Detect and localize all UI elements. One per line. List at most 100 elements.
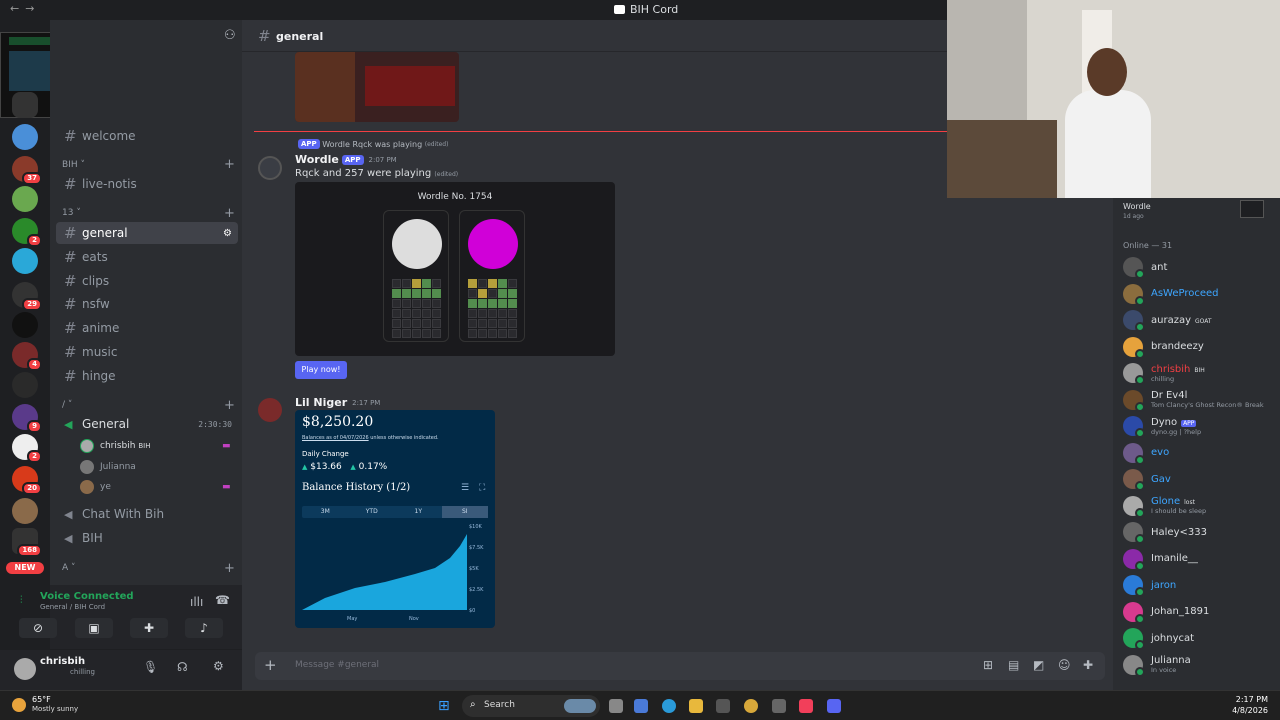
member-jaron[interactable]: jaron (1123, 574, 1280, 597)
add-channel-icon[interactable]: + (224, 561, 235, 576)
voice-channel-chat-with-bih[interactable]: ◀ Chat With Bih (56, 503, 238, 525)
member-johnycat[interactable]: johnycat (1123, 627, 1280, 650)
apps-icon[interactable]: ✚ (1083, 658, 1093, 672)
balance-image[interactable]: $8,250.20 Balances as of 04/07/2026 unle… (295, 410, 495, 628)
add-channel-icon[interactable]: + (224, 398, 235, 413)
wordle-embed[interactable]: Wordle No. 1754 (295, 182, 615, 356)
microphone-icon[interactable]: 🎙 (143, 660, 158, 674)
member-ant[interactable]: ant (1123, 256, 1280, 279)
nav-arrows-icon[interactable]: ←→ (10, 2, 40, 15)
discord-taskbar-icon[interactable] (827, 699, 841, 713)
tab-ytd[interactable]: YTD (349, 506, 396, 518)
activity-thumbnail[interactable] (1240, 200, 1264, 218)
tab-si[interactable]: SI (441, 506, 488, 518)
tab-1y[interactable]: 1Y (395, 506, 442, 518)
member-imanile-[interactable]: Imanile__ (1123, 548, 1280, 571)
tab-3m[interactable]: 3M (302, 506, 349, 518)
server-icon[interactable] (12, 498, 38, 524)
server-icon[interactable] (12, 312, 38, 338)
copilot-icon[interactable] (634, 699, 648, 713)
voice-user-ye[interactable]: ye ▬ (80, 480, 231, 494)
voice-channel-bih[interactable]: ◀ BIH (56, 527, 238, 549)
hash-icon: # (64, 272, 77, 290)
channel-eats[interactable]: # eats (56, 246, 238, 268)
sticker-icon[interactable]: ◩ (1033, 658, 1044, 672)
chrome-icon[interactable] (744, 699, 758, 713)
member-aurazay[interactable]: aurazay GOAT (1123, 309, 1280, 332)
voice-user-julianna[interactable]: Julianna (80, 460, 136, 474)
server-icon[interactable]: 29 (12, 282, 42, 311)
reply-preview[interactable]: APP Wordle Rqck was playing (edited) (295, 139, 448, 149)
channel-clips[interactable]: # clips (56, 270, 238, 292)
avatar[interactable] (14, 658, 36, 680)
channel-live-notis[interactable]: # live-notis (56, 173, 238, 195)
add-channel-icon[interactable]: + (224, 206, 235, 221)
message-composer[interactable]: + Message #general ⊞ ▤ ◩ ☺ ✚ (255, 652, 1105, 680)
server-icon[interactable]: 2 (12, 218, 42, 247)
server-icon[interactable] (12, 186, 38, 212)
member-asweproceed[interactable]: AsWeProceed (1123, 283, 1280, 306)
channel-general[interactable]: # general ⚙ (56, 222, 238, 244)
member-dyno[interactable]: Dyno APP dyno.gg | ?help (1123, 415, 1280, 438)
category-bih[interactable]: BIH ˅ (62, 160, 85, 170)
server-icon[interactable] (12, 92, 38, 118)
store-icon[interactable] (716, 699, 730, 713)
windows-start-icon[interactable]: ⊞ (438, 698, 450, 714)
task-view-icon[interactable] (609, 699, 623, 713)
channel-hinge[interactable]: # hinge (56, 365, 238, 387)
settings-gear-icon[interactable]: ⚙ (223, 228, 232, 239)
gift-icon[interactable]: ⊞ (983, 658, 993, 672)
channel-welcome[interactable]: # welcome (56, 125, 238, 147)
add-friend-icon[interactable]: ⚇ (224, 28, 236, 43)
voice-channel-general[interactable]: ◀ General 2:30:30 (56, 413, 238, 435)
member-haley-333[interactable]: Haley<333 (1123, 521, 1280, 544)
camera-button[interactable]: ⊘ (19, 618, 57, 638)
new-unreads-pill[interactable]: NEW (6, 562, 44, 574)
channel-music[interactable]: # music (56, 341, 238, 363)
server-icon[interactable]: 168 (12, 528, 42, 557)
server-icon[interactable]: 2 (12, 434, 42, 463)
category-slash[interactable]: / ˅ (62, 400, 72, 410)
signal-icon[interactable]: ⫶ (20, 595, 23, 606)
member-chrisbih[interactable]: chrisbih BIH chilling (1123, 362, 1280, 385)
app-icon[interactable] (772, 699, 786, 713)
lil-niger-avatar[interactable] (258, 398, 282, 422)
image-attachment[interactable] (295, 52, 459, 122)
file-explorer-icon[interactable] (689, 699, 703, 713)
edge-icon[interactable] (662, 699, 676, 713)
member-julianna[interactable]: Julianna In voice (1123, 654, 1280, 677)
server-icon[interactable]: 4 (12, 342, 42, 371)
category-a[interactable]: A ˅ (62, 563, 76, 573)
member-brandeezy[interactable]: brandeezy (1123, 336, 1280, 359)
category-13[interactable]: 13 ˅ (62, 208, 81, 218)
noise-suppression-icon[interactable]: ıllı (190, 595, 203, 609)
gif-icon[interactable]: ▤ (1008, 658, 1019, 672)
emoji-icon[interactable]: ☺ (1058, 658, 1071, 672)
member-gav[interactable]: Gav (1123, 468, 1280, 491)
activities-button[interactable]: ✚ (130, 618, 168, 638)
channel-anime[interactable]: # anime (56, 317, 238, 339)
add-channel-icon[interactable]: + (224, 157, 235, 172)
play-now-button[interactable]: Play now! (295, 361, 347, 379)
screen-share-button[interactable]: ▣ (75, 618, 113, 638)
server-icon[interactable]: 20 (12, 466, 42, 495)
disconnect-icon[interactable]: ☎ (215, 593, 230, 607)
channel-nsfw[interactable]: # nsfw (56, 293, 238, 315)
server-icon[interactable]: 9 (12, 404, 42, 433)
server-icon[interactable] (12, 124, 38, 150)
add-attachment-icon[interactable]: + (264, 656, 277, 674)
search-bar[interactable]: ⌕ Search (462, 695, 600, 717)
server-icon[interactable] (12, 372, 38, 398)
wordle-avatar[interactable] (258, 156, 282, 180)
voice-user-chrisbih[interactable]: chrisbih BIH ▬ (80, 439, 231, 453)
soundboard-button[interactable]: ♪ (185, 618, 223, 638)
server-icon[interactable]: 37 (12, 156, 42, 185)
member-dr-ev4l[interactable]: Dr Ev4l Tom Clancy's Ghost Recon® Break (1123, 389, 1280, 412)
headphones-icon[interactable]: ☊ (177, 660, 188, 674)
member-evo[interactable]: evo (1123, 442, 1280, 465)
music-icon[interactable] (799, 699, 813, 713)
member-johan-1891[interactable]: Johan_1891 (1123, 601, 1280, 624)
member-glone[interactable]: Glone lost I should be sleep (1123, 495, 1280, 518)
user-settings-gear-icon[interactable]: ⚙ (213, 659, 224, 673)
server-icon[interactable] (12, 248, 38, 274)
